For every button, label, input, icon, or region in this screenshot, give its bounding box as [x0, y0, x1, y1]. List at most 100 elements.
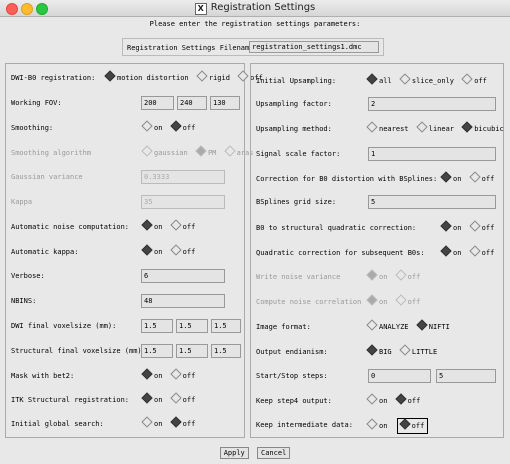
radio-icon — [399, 344, 411, 356]
steps-stop-input[interactable]: 5 — [436, 369, 496, 383]
smooth-alg-gaussian-radio[interactable]: gaussian — [141, 145, 188, 160]
nbins-row: NBINS: 48 — [11, 294, 241, 308]
smoothing-row: Smoothing: on off — [11, 120, 241, 135]
write-noise-label: Write noise variance — [256, 273, 341, 281]
noise-corr-label: Compute noise correlation — [256, 298, 362, 306]
step4-on-radio[interactable]: on — [366, 393, 387, 408]
struct-vox-z-input[interactable]: 1.5 — [211, 344, 241, 358]
mask-on-radio[interactable]: on — [141, 368, 162, 383]
smooth-alg-label: Smoothing algorithm — [11, 149, 92, 157]
grid-input[interactable]: 5 — [368, 195, 496, 209]
endian-little-radio[interactable]: LITTLE — [399, 344, 437, 359]
radio-icon — [394, 294, 407, 306]
smoothing-on-radio[interactable]: on — [141, 120, 162, 135]
step4-off-radio[interactable]: off — [394, 393, 420, 408]
radio-icon — [394, 269, 407, 281]
fov-x-input[interactable]: 200 — [141, 96, 174, 110]
grid-label: BSplines grid size: — [256, 198, 337, 206]
radio-selected-icon — [141, 219, 153, 231]
b0quad-off-radio[interactable]: off — [468, 220, 494, 235]
b0corr-on-radio[interactable]: on — [440, 171, 461, 186]
img-fmt-nifti-radio[interactable]: NIFTI — [416, 319, 450, 334]
dwi-vox-z-input[interactable]: 1.5 — [211, 319, 241, 333]
auto-kappa-on-radio[interactable]: on — [141, 244, 162, 259]
radio-selected-icon — [104, 70, 116, 82]
kappa-input[interactable]: 35 — [141, 195, 225, 209]
verbose-input[interactable]: 6 — [141, 269, 225, 283]
write-noise-on-radio[interactable]: on — [366, 269, 387, 284]
gauss-var-input[interactable]: 0.3333 — [141, 170, 225, 184]
quad-sub-on-radio[interactable]: on — [440, 245, 461, 260]
filename-input[interactable]: registration_settings1.dmc — [249, 41, 379, 53]
auto-kappa-row: Automatic kappa: on off — [11, 244, 241, 259]
struct-vox-y-input[interactable]: 1.5 — [176, 344, 208, 358]
radio-icon — [468, 171, 481, 183]
grid-row: BSplines grid size: 5 — [256, 195, 500, 209]
b0quad-label: B0 to structural quadratic correction: — [256, 224, 417, 232]
itk-on-radio[interactable]: on — [141, 392, 162, 407]
endian-big-radio[interactable]: BIG — [366, 344, 392, 359]
b0quad-row: B0 to structural quadratic correction: o… — [256, 220, 500, 235]
ups-slice-radio[interactable]: slice_only — [399, 73, 454, 88]
global-off-radio[interactable]: off — [169, 416, 195, 431]
dwi-vox-x-input[interactable]: 1.5 — [141, 319, 173, 333]
smoothing-off-radio[interactable]: off — [169, 120, 195, 135]
ups-nearest-radio[interactable]: nearest — [366, 121, 409, 136]
dwi-reg-motion-radio[interactable]: motion distortion — [104, 70, 189, 85]
global-on-radio[interactable]: on — [141, 416, 162, 431]
apply-button[interactable]: Apply — [219, 447, 249, 459]
smooth-alg-pm-radio[interactable]: PM — [195, 145, 216, 160]
scale-label: Signal scale factor: — [256, 150, 341, 158]
itk-off-radio[interactable]: off — [169, 392, 195, 407]
mask-label: Mask with bet2: — [11, 372, 75, 380]
steps-start-input[interactable]: 0 — [368, 369, 431, 383]
struct-vox-label: Structural final voxelsize (mm): — [11, 347, 146, 355]
ups-all-radio[interactable]: all — [366, 73, 392, 88]
ups-bicubic-radio[interactable]: bicubic — [461, 121, 504, 136]
inter-on-radio[interactable]: on — [366, 418, 387, 433]
radio-selected-icon — [416, 319, 428, 331]
radio-selected-icon — [366, 294, 378, 306]
img-fmt-analyze-radio[interactable]: ANALYZE — [366, 319, 409, 334]
itk-label: ITK Structural registration: — [11, 396, 130, 404]
radio-icon — [366, 393, 378, 405]
ups-off-radio[interactable]: off — [461, 73, 487, 88]
radio-selected-icon — [366, 344, 378, 356]
radio-icon — [141, 416, 153, 428]
fov-y-input[interactable]: 240 — [177, 96, 207, 110]
scale-input[interactable]: 1 — [368, 147, 496, 161]
write-noise-off-radio[interactable]: off — [394, 269, 420, 284]
ups-factor-input[interactable]: 2 — [368, 97, 496, 111]
ups-linear-radio[interactable]: linear — [416, 121, 454, 136]
auto-noise-off-radio[interactable]: off — [169, 219, 195, 234]
fov-z-input[interactable]: 130 — [210, 96, 240, 110]
right-panel: Initial Upsampling: all slice_only off U… — [250, 63, 504, 438]
mask-off-radio[interactable]: off — [169, 368, 195, 383]
noise-corr-on-radio[interactable]: on — [366, 294, 387, 309]
ups-row: Initial Upsampling: all slice_only off — [256, 73, 500, 88]
struct-vox-x-input[interactable]: 1.5 — [141, 344, 173, 358]
nbins-label: NBINS: — [11, 297, 37, 305]
img-fmt-row: Image format: ANALYZE NIFTI — [256, 319, 500, 334]
nbins-input[interactable]: 48 — [141, 294, 225, 308]
radio-selected-icon — [440, 220, 452, 232]
fov-label: Working FOV: — [11, 99, 62, 107]
cancel-button[interactable]: Cancel — [257, 447, 291, 459]
auto-kappa-off-radio[interactable]: off — [169, 244, 195, 259]
dwi-reg-rigid-radio[interactable]: rigid — [196, 70, 230, 85]
ups-method-row: Upsampling method: nearest linear bicubi… — [256, 121, 504, 136]
radio-icon — [366, 121, 378, 133]
x11-icon: X — [194, 3, 207, 15]
endian-label: Output endianism: — [256, 348, 328, 356]
radio-icon — [366, 319, 378, 331]
dwi-vox-y-input[interactable]: 1.5 — [176, 319, 208, 333]
b0corr-off-radio[interactable]: off — [468, 171, 494, 186]
step4-label: Keep step4 output: — [256, 397, 332, 405]
auto-noise-on-radio[interactable]: on — [141, 219, 162, 234]
noise-corr-off-radio[interactable]: off — [394, 294, 420, 309]
quad-sub-off-radio[interactable]: off — [468, 245, 494, 260]
inter-off-radio[interactable]: off — [396, 418, 429, 434]
itk-row: ITK Structural registration: on off — [11, 392, 241, 407]
radio-selected-icon — [169, 416, 182, 428]
b0quad-on-radio[interactable]: on — [440, 220, 461, 235]
